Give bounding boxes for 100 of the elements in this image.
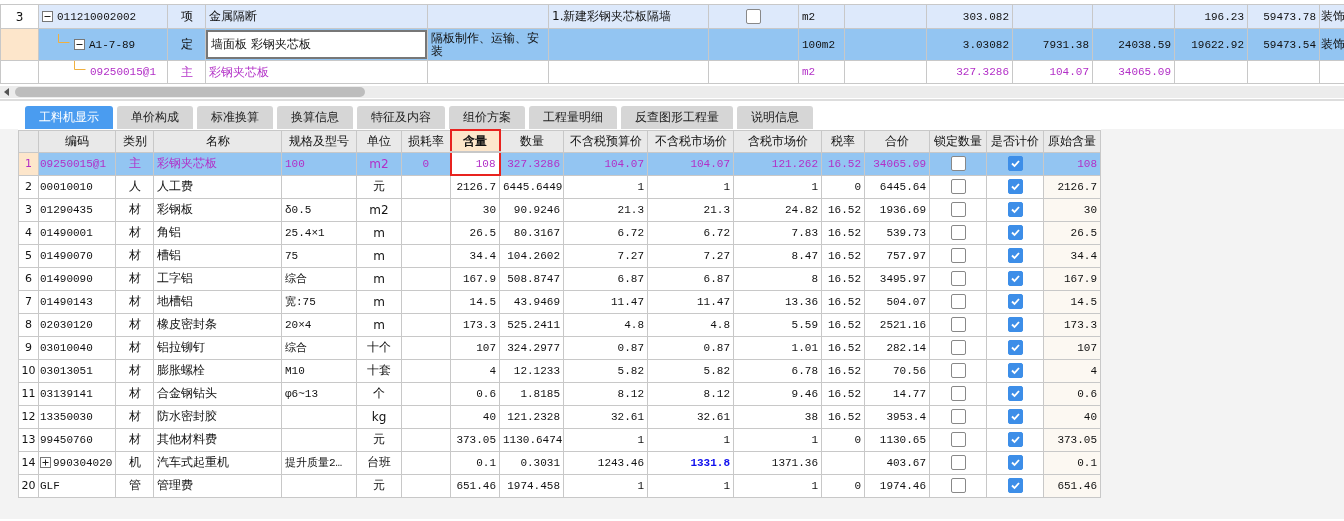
checkbox[interactable] <box>1007 409 1023 424</box>
price-value: 6.87 <box>703 272 730 285</box>
column-header[interactable]: 是否计价 <box>986 130 1044 152</box>
content-value: 0.1 <box>1077 456 1097 469</box>
checkbox[interactable] <box>950 478 966 493</box>
tab[interactable]: 换算信息 <box>277 106 353 129</box>
checkbox[interactable] <box>950 386 966 401</box>
checkbox[interactable] <box>1007 455 1023 470</box>
checkbox[interactable] <box>1007 317 1023 332</box>
checkbox[interactable] <box>950 432 966 447</box>
column-header[interactable]: 原始含量 <box>1043 130 1101 152</box>
content-value: 34.4 <box>469 249 496 262</box>
checkbox[interactable] <box>1007 432 1023 447</box>
checkbox[interactable] <box>1007 294 1023 309</box>
price-value: 121.262 <box>771 157 818 170</box>
column-header[interactable]: 类别 <box>115 130 154 152</box>
column-header[interactable]: 不含税预算价 <box>563 130 648 152</box>
expand-icon[interactable] <box>40 457 51 468</box>
checkbox[interactable] <box>1007 156 1023 171</box>
tab[interactable]: 单价构成 <box>117 106 193 129</box>
checkbox[interactable] <box>950 363 966 378</box>
column-header[interactable]: 损耗率 <box>401 130 451 152</box>
column-header[interactable]: 含量 <box>450 130 500 152</box>
content-value: 14.5 <box>1070 295 1097 308</box>
resource-type: 材 <box>128 340 141 354</box>
checkbox[interactable] <box>1007 179 1023 194</box>
resource-type: 材 <box>128 317 141 331</box>
checkbox[interactable] <box>950 179 966 194</box>
resource-name: 合金钢钻头 <box>157 386 217 400</box>
total-value: 3495.97 <box>879 272 926 285</box>
checkbox[interactable] <box>1007 340 1023 355</box>
checkbox[interactable] <box>950 340 966 355</box>
checkbox[interactable] <box>1007 248 1023 263</box>
tab[interactable]: 工程量明细 <box>529 106 617 129</box>
checkmark-icon <box>1009 319 1021 330</box>
checkbox[interactable] <box>950 317 966 332</box>
column-header[interactable]: 编码 <box>38 130 116 152</box>
content-value: 651.46 <box>1057 479 1097 492</box>
checkbox[interactable] <box>950 156 966 171</box>
column-header[interactable]: 税率 <box>821 130 865 152</box>
checkbox[interactable] <box>950 248 966 263</box>
tab[interactable]: 反查图形工程量 <box>621 106 733 129</box>
resource-spec: 综合 <box>285 342 307 354</box>
quantity-value: 1130.6474 <box>503 433 563 446</box>
column-header[interactable]: 不含税市场价 <box>647 130 734 152</box>
column-header[interactable]: 规格及型号 <box>281 130 357 152</box>
row-number: 2 <box>25 180 32 193</box>
tab[interactable]: 说明信息 <box>737 106 813 129</box>
scrollbar-thumb[interactable] <box>15 87 365 97</box>
resource-spec: 100 <box>285 157 305 170</box>
total-value: 34065.09 <box>873 157 926 170</box>
price-value: 6.72 <box>617 226 644 239</box>
resource-spec: 综合 <box>285 273 307 285</box>
unit-text: m <box>373 248 385 263</box>
resource-type: 材 <box>128 363 141 377</box>
checkbox[interactable] <box>1007 386 1023 401</box>
name-input-field[interactable]: 墙面板 彩钢夹芯板 <box>206 30 427 59</box>
resource-spec: δ0.5 <box>285 203 312 216</box>
checkbox[interactable] <box>950 271 966 286</box>
column-header[interactable]: 含税市场价 <box>733 130 822 152</box>
amount-text: 104.07 <box>1049 66 1089 78</box>
column-header[interactable]: 锁定数量 <box>929 130 987 152</box>
checkbox[interactable] <box>1007 271 1023 286</box>
item-name: 彩钢夹芯板 <box>209 64 269 79</box>
checkbox[interactable] <box>950 225 966 240</box>
price-value: 5.82 <box>617 364 644 377</box>
horizontal-scrollbar[interactable] <box>0 86 1344 98</box>
column-header[interactable]: 单位 <box>356 130 402 152</box>
resource-type: 管 <box>128 478 141 492</box>
column-header[interactable]: 数量 <box>499 130 564 152</box>
total-value: 282.14 <box>886 341 926 354</box>
checkbox[interactable] <box>950 409 966 424</box>
checkbox[interactable] <box>746 9 761 24</box>
item-type: 定 <box>180 37 193 51</box>
collapse-icon[interactable] <box>74 39 85 50</box>
row-number: 1 <box>25 157 32 170</box>
checkbox[interactable] <box>950 202 966 217</box>
row-number: 4 <box>25 226 32 239</box>
resource-code: 01490070 <box>40 249 93 262</box>
checkbox[interactable] <box>950 455 966 470</box>
amount-text: 59473.54 <box>1263 38 1316 51</box>
column-header[interactable]: 名称 <box>153 130 282 152</box>
checkbox[interactable] <box>1007 363 1023 378</box>
column-header[interactable]: 合价 <box>864 130 930 152</box>
resource-name: 彩钢夹芯板 <box>157 156 217 170</box>
resource-name: 槽铝 <box>157 248 181 262</box>
checkbox[interactable] <box>1007 225 1023 240</box>
collapse-icon[interactable] <box>42 11 53 22</box>
tab[interactable]: 特征及内容 <box>357 106 445 129</box>
tab[interactable]: 标准换算 <box>197 106 273 129</box>
price-value: 7.27 <box>617 249 644 262</box>
checkbox[interactable] <box>1007 202 1023 217</box>
resource-spec: 20×4 <box>285 318 312 331</box>
unit-text: m <box>373 317 385 332</box>
resource-spec: 提升质量2… <box>285 457 343 469</box>
row-number: 3 <box>25 203 32 216</box>
checkbox[interactable] <box>1007 478 1023 493</box>
price-value: 1243.46 <box>597 456 644 469</box>
checkbox[interactable] <box>950 294 966 309</box>
tab[interactable]: 组价方案 <box>449 106 525 129</box>
